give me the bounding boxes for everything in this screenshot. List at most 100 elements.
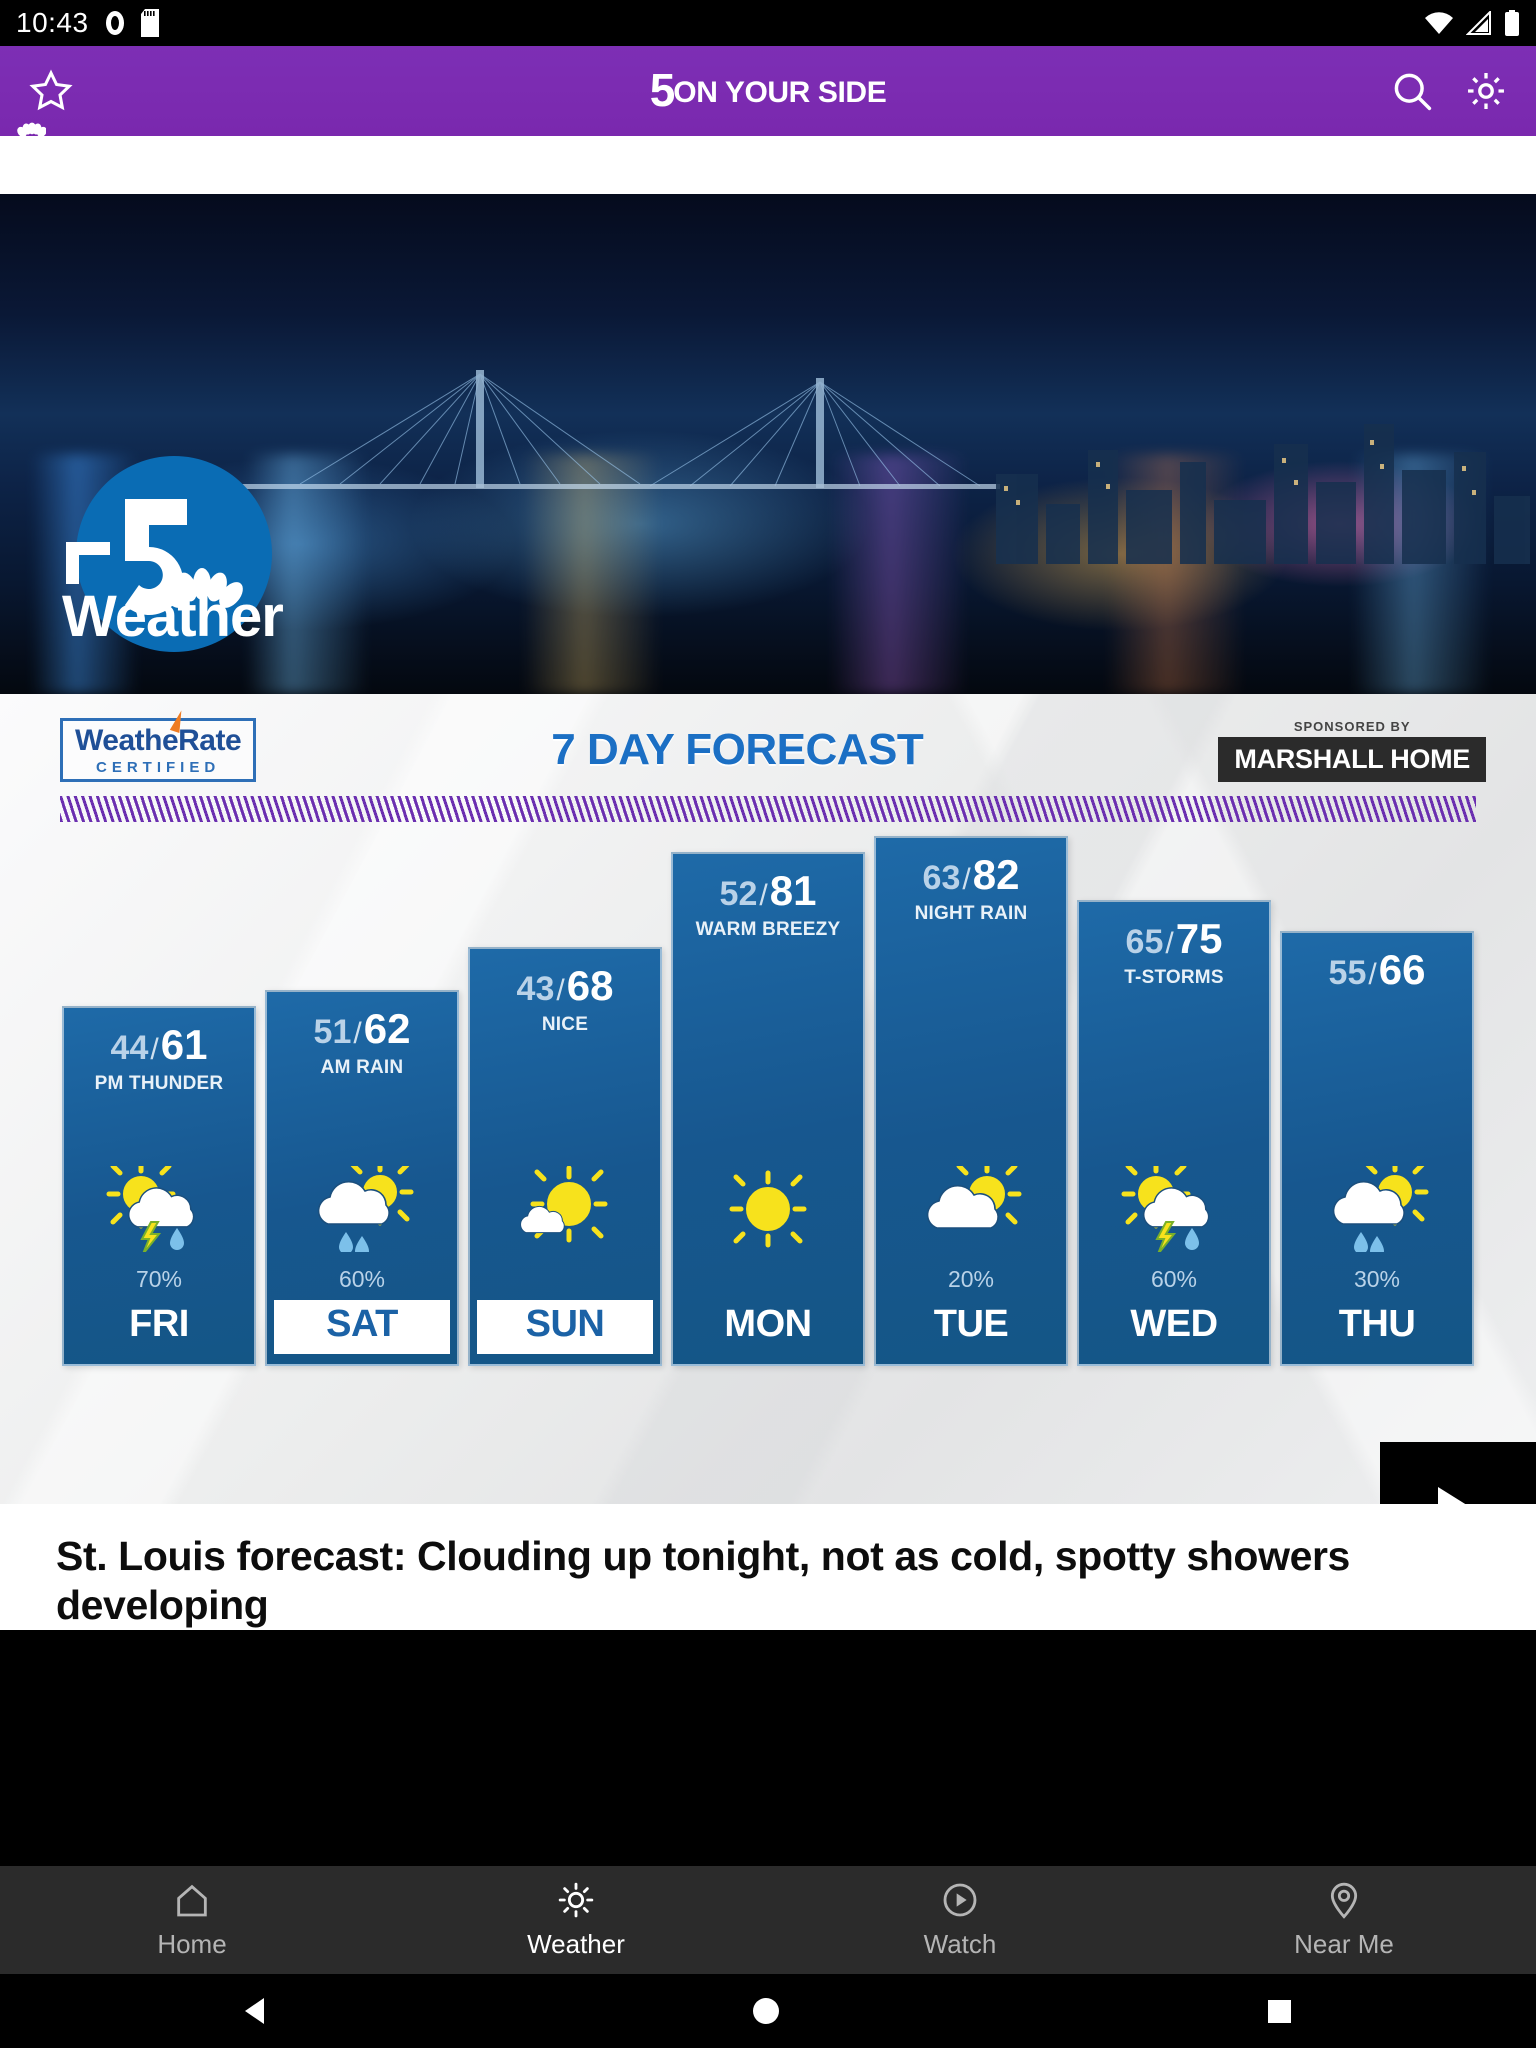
sponsor-block: SPONSORED BY MARSHALL HOME — [1218, 719, 1486, 782]
brand-number: 5 — [649, 64, 676, 117]
forecast-day-column[interactable]: 63/82 NIGHT RAIN 20% TUE — [874, 836, 1068, 1366]
temp-separator: / — [1368, 958, 1377, 992]
forecast-day-column[interactable]: 65/75 T-STORMS 60% WED — [1077, 899, 1271, 1366]
status-bar: 10:43 — [0, 0, 1536, 46]
forecast-day-label: FRI — [129, 1303, 189, 1345]
seven-day-forecast-card[interactable]: WeatheRate CERTIFIED 7 DAY FORECAST SPON… — [0, 694, 1536, 1504]
forecast-high: 66 — [1378, 946, 1426, 994]
forecast-day-column[interactable]: 51/62 AM RAIN 60% SAT — [265, 989, 459, 1366]
nav-item-watch[interactable]: Watch — [768, 1880, 1152, 1960]
forecast-high: 61 — [160, 1020, 208, 1068]
temp-separator: / — [150, 1032, 159, 1066]
forecast-day-label: THU — [1338, 1303, 1416, 1345]
forecast-day-label: WED — [1130, 1303, 1218, 1345]
forecast-low: 52 — [719, 874, 758, 913]
bridge-illustration — [240, 370, 1000, 489]
forecast-low: 44 — [110, 1028, 149, 1067]
weatherate-badge: WeatheRate CERTIFIED — [60, 708, 257, 782]
forecast-condition: NIGHT RAIN — [914, 903, 1028, 924]
forecast-low: 43 — [516, 970, 555, 1009]
wifi-icon — [1425, 12, 1453, 35]
sponsored-by-label: SPONSORED BY — [1293, 718, 1411, 734]
play-icon — [1438, 1487, 1486, 1504]
temp-separator: / — [962, 863, 971, 896]
cell-signal-icon — [1466, 11, 1491, 35]
forecast-temps: 52/81 — [719, 866, 817, 914]
article-teaser[interactable]: St. Louis forecast: Clouding up tonight,… — [0, 1504, 1536, 1631]
status-bar-right — [1424, 10, 1520, 36]
weatherate-certified: CERTIFIED — [96, 759, 221, 776]
back-triangle-icon[interactable] — [244, 1998, 264, 2024]
location-pin-icon — [1324, 1880, 1364, 1925]
sun-icon — [556, 1880, 596, 1925]
forecast-low: 51 — [313, 1012, 352, 1051]
forecast-day-label: MON — [724, 1303, 812, 1345]
nav-item-home[interactable]: Home — [0, 1880, 384, 1960]
forecast-title: 7 DAY FORECAST — [551, 725, 924, 774]
forecast-day-column[interactable]: 44/61 PM THUNDER 70% FRI — [62, 1005, 256, 1366]
forecast-condition: WARM BREEZY — [695, 918, 841, 940]
forecast-condition: T-STORMS — [1124, 966, 1224, 988]
forecast-stripe-divider — [60, 796, 1476, 822]
forecast-header: WeatheRate CERTIFIED 7 DAY FORECAST SPON… — [0, 694, 1536, 782]
temp-separator: / — [353, 1016, 362, 1050]
sponsor-name: MARSHALL HOME — [1218, 736, 1486, 782]
forecast-low: 65 — [1125, 922, 1164, 961]
forecast-high: 62 — [363, 1004, 411, 1052]
recents-square-icon[interactable] — [1268, 1999, 1292, 2023]
forecast-temps: 51/62 — [313, 1004, 411, 1052]
forecast-temps: 43/68 — [517, 965, 614, 1007]
temp-separator: / — [556, 974, 565, 1008]
forecast-low: 63 — [922, 859, 961, 897]
app-bar-actions — [1390, 69, 1508, 113]
forecast-temps: 55/66 — [1329, 949, 1426, 991]
sun-icon — [712, 1166, 824, 1252]
forecast-precip-chance: 30% — [1353, 1266, 1401, 1292]
forecast-condition: NICE — [541, 1014, 589, 1036]
nav-item-label: Weather — [527, 1929, 625, 1959]
forecast-day-column[interactable]: 52/81 WARM BREEZY MON — [671, 851, 865, 1366]
forecast-temps: 65/75 — [1125, 914, 1223, 962]
bottom-navigation: Home Weather Watch Near Me — [0, 1866, 1536, 1974]
nav-item-label: Watch — [923, 1929, 997, 1959]
forecast-condition: PM THUNDER — [94, 1072, 224, 1094]
temp-separator: / — [1165, 926, 1174, 960]
article-headline: St. Louis forecast: Clouding up tonight,… — [56, 1533, 1350, 1629]
alarm-icon — [105, 11, 124, 35]
home-circle-icon[interactable] — [752, 1998, 779, 2024]
search-icon[interactable] — [1390, 69, 1434, 113]
brand-tagline: ON YOUR SIDE — [673, 75, 887, 109]
forecast-precip-chance: 70% — [135, 1266, 183, 1292]
forecast-low: 55 — [1328, 954, 1367, 993]
corner-bracket-icon — [66, 542, 110, 584]
gear-icon[interactable] — [1464, 69, 1508, 113]
sun-cloud-icon — [915, 1159, 1027, 1252]
weatherate-name: WeatheRate — [75, 708, 242, 756]
forecast-high: 81 — [769, 866, 817, 914]
forecast-high: 82 — [972, 851, 1020, 898]
forecast-day-column[interactable]: 43/68 NICE SUN — [468, 947, 662, 1366]
sun-cloud-rain-icon — [1321, 1158, 1433, 1258]
play-video-button[interactable] — [1380, 1442, 1536, 1504]
sun-cloud-rain-icon — [306, 1158, 418, 1258]
nav-item-label: Near Me — [1294, 1929, 1394, 1959]
nav-item-near-me[interactable]: Near Me — [1152, 1880, 1536, 1960]
page-title: Weather — [62, 584, 284, 649]
star-outline-icon[interactable] — [28, 68, 74, 114]
battery-icon — [1505, 10, 1519, 36]
forecast-day-label: SUN — [477, 1300, 653, 1354]
app-bar: 5 ON YOUR SIDE — [0, 46, 1536, 138]
forecast-high: 75 — [1175, 914, 1223, 962]
forecast-high: 68 — [566, 962, 614, 1010]
forecast-precip-chance: 20% — [947, 1266, 995, 1292]
forecast-precip-chance: 60% — [338, 1266, 386, 1292]
sd-card-icon — [140, 9, 159, 37]
hero-title-group: Weather — [62, 542, 284, 649]
forecast-bars: 44/61 PM THUNDER 70% FRI 51/62 AM RAIN 6… — [0, 836, 1536, 1366]
app-brand: 5 ON YOUR SIDE — [0, 46, 1536, 138]
skyline-illustration — [996, 424, 1530, 564]
hero-banner[interactable]: Weather — [0, 194, 1536, 694]
temp-separator: / — [759, 878, 768, 912]
forecast-day-column[interactable]: 55/66 30% THU — [1280, 931, 1474, 1366]
nav-item-weather[interactable]: Weather — [384, 1880, 768, 1960]
